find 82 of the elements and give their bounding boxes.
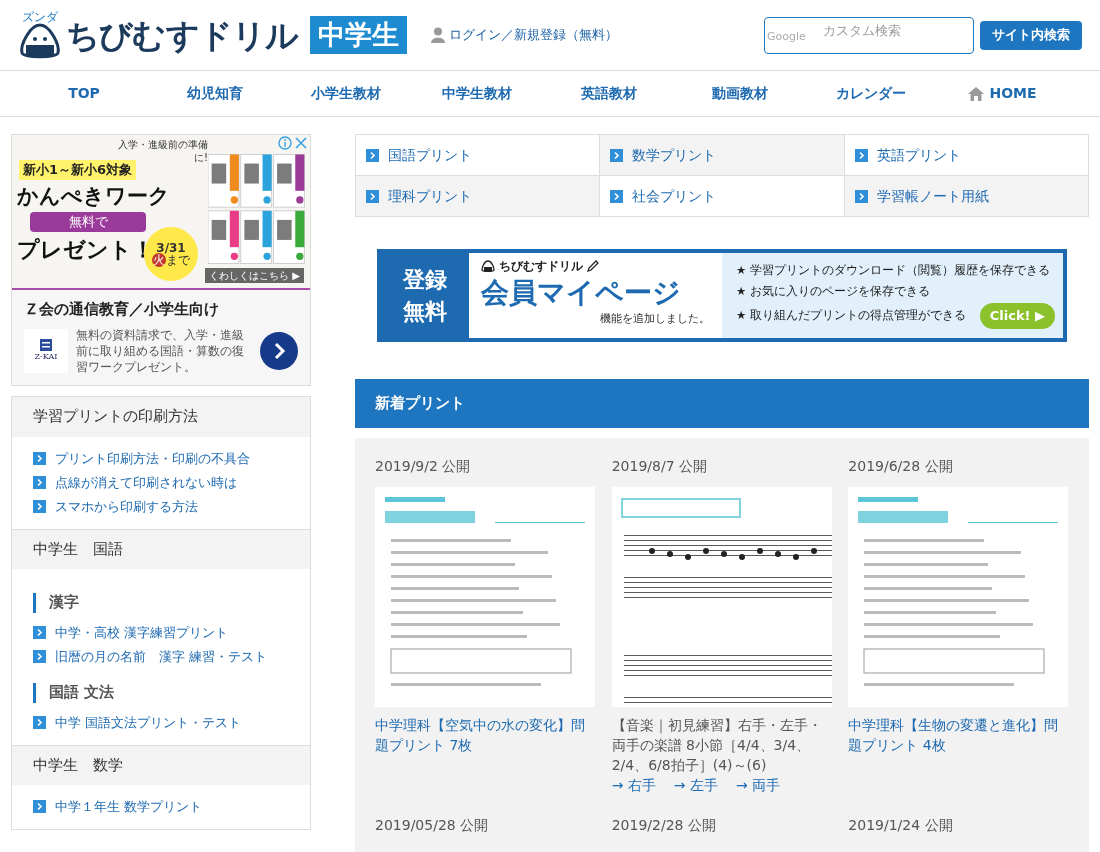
- ad-free-label: 無料で: [30, 212, 146, 232]
- subject-link[interactable]: 理科プリント: [356, 176, 600, 216]
- feature-text: ★ 学習プリントのダウンロード（閲覧）履歴を保存できる: [736, 262, 1051, 280]
- nav-link[interactable]: 英語教材: [550, 83, 667, 104]
- ad-info-icon: [278, 136, 292, 150]
- grade-badge: 中学生: [310, 16, 408, 54]
- sidebar-section-title: 学習プリントの印刷方法: [33, 406, 198, 428]
- chevron-icon: [33, 626, 46, 639]
- ad-target-text: 新小1～新小6対象: [19, 160, 137, 180]
- hand-link[interactable]: → 右手: [611, 775, 656, 795]
- user-icon: [431, 27, 446, 43]
- next-arrow-button[interactable]: [260, 331, 298, 370]
- chevron-icon: [366, 189, 379, 203]
- print-title-link[interactable]: 【音楽｜初見練習】右手・左手・両手の楽譜 8小節［4/4、3/4、2/4、6/8拍子］(4)～(6): [611, 715, 833, 775]
- sidebar-link[interactable]: 旧暦の月の名前 漢字 練習・テスト: [33, 644, 289, 669]
- banner-free-label: 登録無料: [402, 265, 448, 326]
- login-link[interactable]: ログイン／新規登録（無料）: [431, 25, 619, 45]
- section-header: 新着プリント: [355, 379, 1089, 428]
- hand-link[interactable]: → 両手: [736, 775, 781, 795]
- publish-date: 2019/1/24 公開: [848, 816, 954, 835]
- publish-date: 2019/2/28 公開: [611, 816, 717, 835]
- ad-note-text: 入学・進級前の準備に!: [118, 139, 208, 163]
- feature-text: ★ 取り組んだプリントの得点管理ができる: [736, 307, 966, 325]
- subject-link[interactable]: 国語プリント: [356, 135, 600, 175]
- deadline-badge: 3/31 火 まで: [144, 227, 198, 281]
- nav-link[interactable]: 中学生教材: [419, 83, 536, 104]
- chevron-icon: [366, 148, 379, 162]
- chevron-icon: [854, 189, 868, 203]
- sidebar-link[interactable]: 中学・高校 漢字練習プリント: [33, 620, 289, 645]
- hand-link[interactable]: → 左手: [673, 775, 719, 795]
- publish-date: 2019/9/2 公開: [375, 457, 472, 476]
- print-title-link[interactable]: 中学理科【空気中の水の変化】問題プリント 7枚: [375, 715, 596, 755]
- subject-link[interactable]: 数学プリント: [600, 135, 844, 175]
- chevron-icon: [33, 452, 46, 465]
- sidebar-subheading: 国語 文法: [49, 682, 115, 704]
- google-label: Google: [767, 28, 806, 45]
- nav-link[interactable]: TOP: [26, 83, 142, 104]
- print-title-link[interactable]: 中学理科【生物の変遷と進化】問題プリント 4枚: [848, 715, 1069, 755]
- feature-text: ★ お気に入りのページを保存できる: [736, 282, 931, 300]
- sidebar-section-title: 中学生 国語: [33, 538, 123, 560]
- chevron-icon: [33, 476, 46, 489]
- chevron-icon: [854, 148, 868, 162]
- subject-link[interactable]: 学習帳ノート用紙: [844, 176, 1088, 216]
- sidebar-link[interactable]: 中学１年生 数学プリント: [33, 794, 289, 819]
- close-icon[interactable]: [295, 137, 307, 149]
- nav-link[interactable]: HOME: [944, 83, 1060, 104]
- banner-title: 会員マイページ: [481, 275, 682, 311]
- sidebar-link[interactable]: 中学 国語文法プリント・テスト: [33, 710, 289, 735]
- chevron-icon: [33, 500, 46, 513]
- sidebar-section-title: 中学生 数学: [33, 754, 123, 776]
- pencil-icon: [587, 260, 599, 272]
- site-logo-text[interactable]: ちびむすドリル: [66, 18, 299, 52]
- search-button[interactable]: サイト内検索: [980, 20, 1082, 50]
- banner-brand: ちびむすドリル: [499, 258, 583, 275]
- ad-description: 無料の資料請求で、入学・進級前に取り組める国語・算数の復習ワークプレゼント。: [76, 326, 245, 375]
- chevron-icon: [33, 800, 46, 813]
- ad-title: かんぺきワーク: [17, 183, 170, 210]
- nav-link[interactable]: 小学生教材: [288, 83, 405, 104]
- ad-details-link[interactable]: くわしくはこちら ▶: [205, 268, 304, 283]
- nav-link[interactable]: カレンダー: [812, 83, 929, 104]
- publish-date: 2019/6/28 公開: [848, 457, 954, 476]
- chevron-icon: [33, 650, 46, 663]
- chevron-icon: [610, 148, 624, 162]
- ad-heading: Ｚ会の通信教育／小学生向け: [24, 299, 220, 320]
- zkai-logo: Z-KAI: [24, 328, 68, 373]
- subject-link[interactable]: 英語プリント: [844, 135, 1088, 175]
- publish-date: 2019/05/28 公開: [375, 816, 490, 835]
- publish-date: 2019/8/7 公開: [611, 457, 708, 476]
- chevron-icon: [610, 189, 624, 203]
- chevron-icon: [33, 716, 46, 729]
- sidebar-link[interactable]: スマホから印刷する方法: [33, 494, 289, 519]
- logo-mark-icon: [40, 338, 52, 351]
- logo-tagline: ズンダ: [22, 11, 58, 23]
- nav-link[interactable]: 動画教材: [681, 83, 798, 104]
- member-banner[interactable]: 登録無料 ちびむすドリル 会員マイページ 機能を追加しました。 ★ 学習プリントのダウンロード（閲覧）履歴を保存できる ★ お気に入りのページを保存できる ★ 取り組んだプリントの得点管理ができる Click! ▶: [377, 249, 1067, 342]
- home-icon: [967, 85, 986, 102]
- nav-link[interactable]: 幼児知育: [157, 83, 274, 104]
- sidebar-subheading: 漢字: [49, 592, 79, 614]
- subject-link[interactable]: 社会プリント: [600, 176, 844, 216]
- sidebar-link[interactable]: プリント印刷方法・印刷の不具合: [33, 446, 289, 471]
- banner-subtitle: 機能を追加しました。: [600, 311, 710, 327]
- sidebar-link[interactable]: 点線が消えて印刷されない時は: [33, 470, 289, 495]
